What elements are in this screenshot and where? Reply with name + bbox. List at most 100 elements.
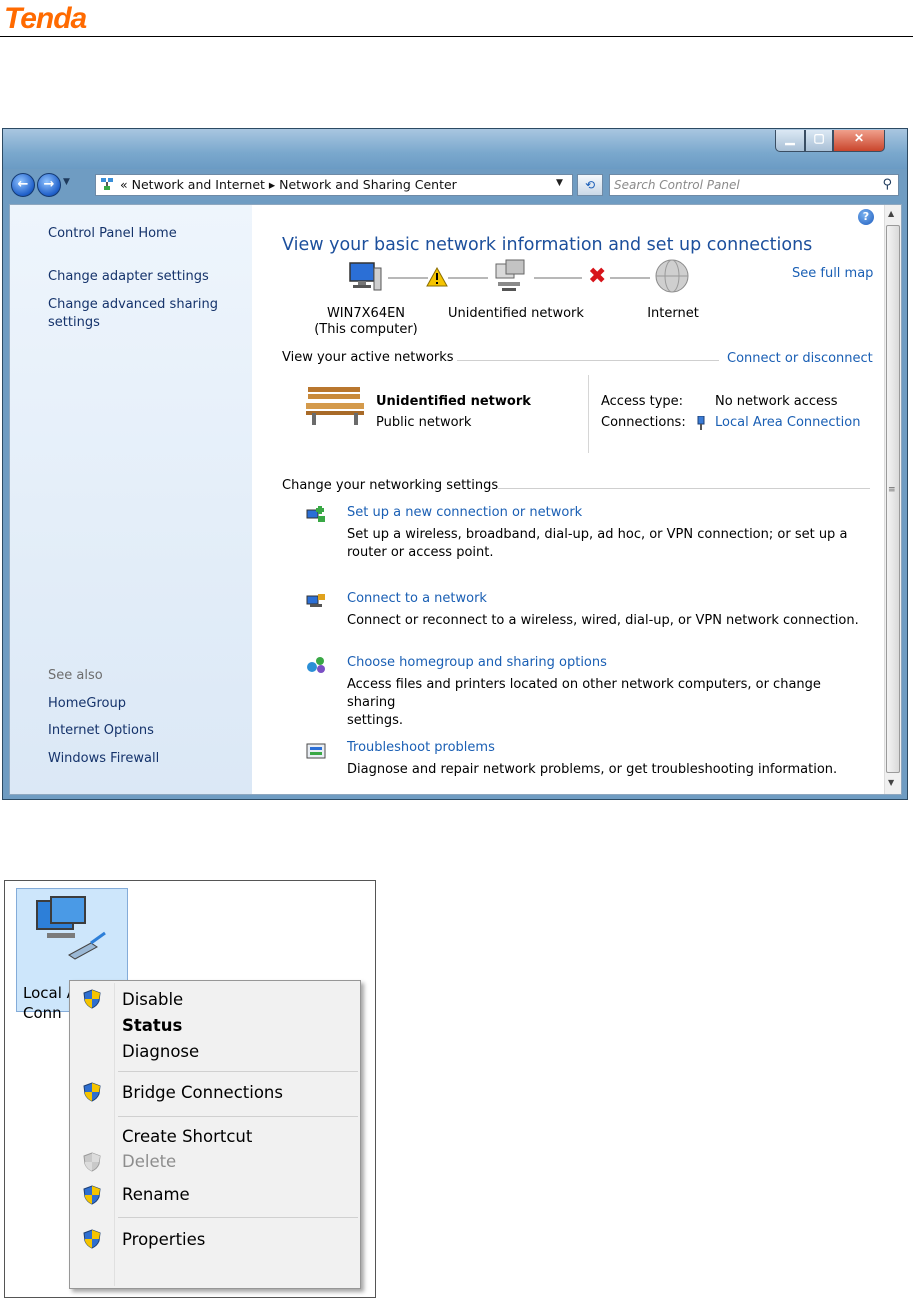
vertical-scrollbar[interactable]: ▲ ≡ ▼ <box>884 205 901 794</box>
homegroup-sharing-link[interactable]: Choose homegroup and sharing options <box>347 655 607 670</box>
menu-separator <box>118 1116 358 1117</box>
active-networks-heading: View your active networks <box>282 350 454 365</box>
warning-icon <box>426 267 448 287</box>
network-connections-panel: Local A Conn Disable Status Diagnose Bri… <box>4 880 376 1298</box>
computer-icon <box>349 262 382 291</box>
map-link-line <box>388 277 428 279</box>
vertical-divider <box>588 375 589 453</box>
back-button[interactable]: ← <box>11 173 35 197</box>
menu-item-rename[interactable]: Rename <box>122 1185 190 1204</box>
scroll-up-icon[interactable]: ▲ <box>888 209 894 218</box>
breadcrumb[interactable]: « Network and Internet ▸ Network and Sha… <box>120 177 457 192</box>
menu-item-disable[interactable]: Disable <box>122 990 183 1009</box>
troubleshoot-description: Diagnose and repair network problems, or… <box>347 761 867 779</box>
search-icon[interactable]: ⚲ <box>882 177 892 192</box>
setup-connection-link[interactable]: Set up a new connection or network <box>347 505 582 520</box>
scroll-down-icon[interactable]: ▼ <box>888 778 894 787</box>
disconnected-x-icon: ✖ <box>588 264 607 289</box>
window-title-bar[interactable]: ▁ ▢ ✕ <box>3 129 907 169</box>
sidebar-link-change-adapter-settings[interactable]: Change adapter settings <box>48 268 209 286</box>
sidebar-link-control-panel-home[interactable]: Control Panel Home <box>48 225 177 243</box>
sidebar: Control Panel Home Change adapter settin… <box>10 205 252 794</box>
connections-label: Connections: <box>601 415 686 430</box>
menu-item-create-shortcut[interactable]: Create Shortcut <box>122 1127 252 1146</box>
back-arrow-icon: ← <box>17 177 29 192</box>
troubleshoot-link[interactable]: Troubleshoot problems <box>347 740 495 755</box>
see-also-heading: See also <box>48 668 103 683</box>
troubleshoot-icon <box>306 743 326 759</box>
task-description-line: Diagnose and repair network problems, or… <box>347 762 838 777</box>
help-icon[interactable]: ? <box>858 209 874 225</box>
context-menu: Disable Status Diagnose Bridge Connectio… <box>69 980 361 1289</box>
map-link-line <box>448 277 488 279</box>
close-button[interactable]: ✕ <box>833 130 885 152</box>
search-input[interactable] <box>614 176 866 194</box>
new-connection-icon <box>306 506 325 522</box>
network-name: Unidentified network <box>376 394 531 409</box>
forward-arrow-icon: → <box>43 177 55 192</box>
network-category: Public network <box>376 415 472 430</box>
homegroup-icon <box>307 657 325 673</box>
network-adapter-icon <box>36 896 106 960</box>
sidebar-link-internet-options[interactable]: Internet Options <box>48 722 154 740</box>
uac-shield-icon <box>83 1082 101 1102</box>
computer-subtitle: (This computer) <box>314 322 418 337</box>
forward-button[interactable]: → <box>37 173 61 197</box>
access-type-value: No network access <box>715 394 838 409</box>
minimize-button[interactable]: ▁ <box>775 130 805 152</box>
connect-to-network-link[interactable]: Connect to a network <box>347 591 487 606</box>
maximize-icon: ▢ <box>813 131 825 145</box>
menu-item-status[interactable]: Status <box>122 1016 182 1035</box>
see-full-map-link[interactable]: See full map <box>792 265 873 283</box>
setup-connection-description: Set up a wireless, broadband, dial-up, a… <box>347 526 867 562</box>
sidebar-link-windows-firewall[interactable]: Windows Firewall <box>48 750 159 768</box>
uac-shield-icon <box>83 989 101 1009</box>
navigation-bar: ← → ▼ « Network and Internet ▸ Network a… <box>3 169 907 201</box>
map-link-line <box>610 277 650 279</box>
ethernet-plug-icon <box>697 416 705 430</box>
connect-network-icon <box>306 594 325 607</box>
connect-disconnect-link[interactable]: Connect or disconnect <box>727 350 873 368</box>
main-content: ? View your basic network information an… <box>252 205 884 794</box>
homegroup-sharing-description: Access files and printers located on oth… <box>347 676 867 730</box>
internet-node-label: Internet <box>647 306 699 321</box>
sidebar-link-advanced-line2: settings <box>48 315 100 330</box>
change-settings-heading: Change your networking settings <box>282 478 499 493</box>
map-link-line <box>534 277 582 279</box>
access-type-label: Access type: <box>601 394 684 409</box>
task-description-line: Connect or reconnect to a wireless, wire… <box>347 613 859 628</box>
computer-node-label: WIN7X64EN (This computer) <box>306 306 426 338</box>
local-area-connection-link[interactable]: Local Area Connection <box>715 414 860 432</box>
menu-separator <box>118 1071 358 1072</box>
menu-item-properties[interactable]: Properties <box>122 1230 205 1249</box>
maximize-button[interactable]: ▢ <box>805 130 833 152</box>
window-content: Control Panel Home Change adapter settin… <box>9 204 902 795</box>
uac-shield-disabled-icon <box>83 1152 101 1172</box>
page-title: View your basic network information and … <box>282 235 813 255</box>
address-bar[interactable]: « Network and Internet ▸ Network and Sha… <box>95 174 573 196</box>
minimize-icon: ▁ <box>785 131 795 145</box>
refresh-button[interactable]: ⟲ <box>577 174 603 196</box>
menu-icon-gutter <box>114 983 115 1286</box>
address-dropdown-icon[interactable]: ▼ <box>556 178 563 188</box>
network-sharing-center-window: ▁ ▢ ✕ ← → ▼ « Network and Internet ▸ Net… <box>2 128 908 800</box>
scrollbar-thumb[interactable] <box>886 225 900 773</box>
connect-to-network-description: Connect or reconnect to a wireless, wire… <box>347 612 867 630</box>
network-icon <box>101 178 113 190</box>
computer-name: WIN7X64EN <box>326 306 406 321</box>
section-divider <box>498 488 870 489</box>
task-description-line: settings. <box>347 713 403 728</box>
scrollbar-grip-icon: ≡ <box>888 485 896 495</box>
park-bench-icon <box>306 387 364 425</box>
task-description-line: Set up a wireless, broadband, dial-up, a… <box>347 527 848 542</box>
close-icon: ✕ <box>853 131 865 145</box>
menu-item-bridge-connections[interactable]: Bridge Connections <box>122 1083 283 1102</box>
tenda-logo: Tenda <box>4 2 87 35</box>
menu-item-diagnose[interactable]: Diagnose <box>122 1042 199 1061</box>
recent-pages-dropdown[interactable]: ▼ <box>63 177 70 187</box>
internet-globe-icon <box>655 259 689 293</box>
sidebar-link-homegroup[interactable]: HomeGroup <box>48 695 126 713</box>
sidebar-link-advanced-sharing[interactable]: Change advanced sharing settings <box>48 296 218 332</box>
header-divider <box>0 36 913 37</box>
search-box[interactable]: ⚲ <box>609 174 899 196</box>
